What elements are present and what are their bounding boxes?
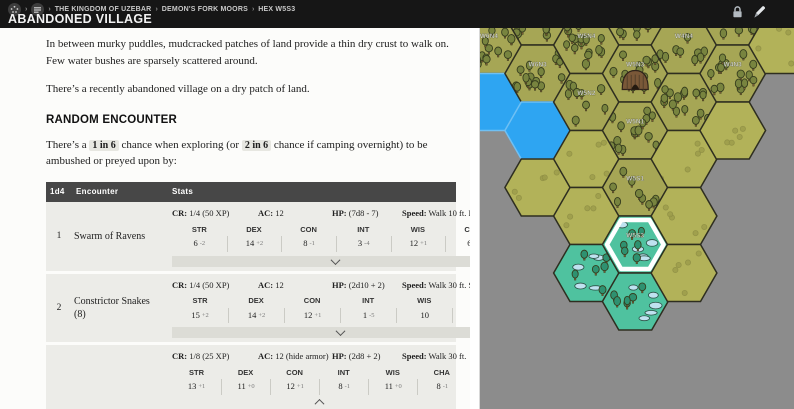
ability-header: STR [192,296,208,306]
breadcrumb-hex[interactable]: HEX W5S3 [258,6,295,13]
ability-score: 14 +2 [226,235,282,252]
ability-score: 14 +2 [228,307,284,324]
ability-header: INT [357,224,370,234]
lock-icon[interactable] [731,5,744,24]
stat-block: CR: 1/4 (50 XP) AC: 12 HP: (7d8 - 7) Speed:… [168,202,470,271]
stat-field: HP: (7d8 - 7) [332,207,379,218]
ability-header: CHA [452,293,470,307]
ability-header: INT [362,296,375,306]
column-encounter: Encounter [76,186,119,196]
encounter-intro: There’s a 1 in 6 chance when exploring (… [46,138,428,168]
collapse-chevron-button[interactable] [172,397,466,409]
ability-header: WIS [385,368,400,377]
ability-score: 3-4 [452,307,470,324]
stat-field: CR: 1/8 (25 XP) [172,351,230,362]
document-panel: In between murky puddles, mudcracked pat… [0,28,470,409]
ability-header: DEX [248,296,264,306]
ability-header: CON [286,368,303,377]
stat-field: Speed: Walk 10 ft. Fly 50 ft. [402,207,470,218]
description-paragraph: There’s a recently abandoned village on … [46,83,310,95]
hex-label: W5N4 [577,33,596,40]
hex-label: W4N3 [724,62,743,69]
hex-label: W6N4 [480,33,499,40]
hex-label: W5S3 [626,233,644,240]
description-paragraph: In between murky puddles, mudcracked pat… [46,38,449,67]
ability-header: CHA [433,368,450,377]
ability-score: 1 -5 [340,307,396,324]
hex-label: W5S1 [626,176,644,183]
hex-map-panel: W6N4 W6N3 W5N4 W5N2 W5N3 W5N1 W5S1 W5S3 W4N4 W4N3 [455,0,794,409]
column-stats: Stats [172,186,194,196]
ability-score: 13 +1 [187,381,206,392]
encounter-roll: 1 [56,231,62,241]
ability-score: 12 +1 [284,307,340,324]
ability-header: INT [337,368,350,377]
ability-header: CON [303,296,321,306]
encounter-roll: 2 [56,302,62,313]
encounter-name: Constrictor Snakes (8) [74,295,150,320]
ability-score: 8 -1 [281,235,336,252]
pen-icon[interactable] [753,5,766,24]
ability-header: CHA [464,224,470,234]
encounter-table: 1d4 Encounter Stats 1 Swarm of Ravens CR: … [46,181,470,409]
encounter-row: 1 Swarm of Ravens CR: 1/4 (50 XP) AC: 12 HP:… [46,201,470,274]
ability-header: STR [189,368,205,377]
stat-field: HP: (2d8 + 2) [332,351,381,362]
encounter-name: Swarm of Ravens [74,230,146,242]
ability-header: STR [191,224,207,234]
stat-field: AC: 12 (hide armor) [258,351,329,362]
dice-chip: 2 in 6 [241,139,272,151]
column-roll: 1d4 [50,186,65,196]
ability-header: DEX [246,224,262,234]
encounter-table-header: 1d4 Encounter Stats [46,181,456,202]
ability-score: 15 +2 [191,309,209,320]
ability-header: DEX [237,368,254,377]
stat-field: CR: 1/4 (50 XP) [172,279,230,290]
stat-field: Speed: Walk 30 ft. [402,351,467,362]
stat-block: CR: 1/4 (50 XP) AC: 12 HP: (2d10 + 2) Speed… [168,274,470,343]
ability-score: 8 -1 [417,379,466,395]
stat-field: Speed: Walk 30 ft. Swim 30 ft. [402,279,470,290]
expand-chevron-button[interactable] [172,326,470,339]
ability-score: 12 +1 [270,379,319,395]
ability-score: 11 +0 [221,379,270,395]
ability-score: 12 +1 [390,235,446,252]
stat-field: HP: (2d10 + 2) [332,279,385,290]
ability-score: 3-4 [335,235,391,252]
ability-header: WIS [417,296,432,306]
ability-score: 6-2 [193,237,206,248]
expand-chevron-button[interactable] [172,254,470,267]
dice-chip: 1 in 6 [89,139,119,151]
ability-header: CON [300,224,317,234]
ability-score: 6-2 [445,235,470,252]
top-bar: › › THE KINGDOM OF UZEBAR › DEMON'S FORK… [0,0,794,28]
app-window: › › THE KINGDOM OF UZEBAR › DEMON'S FORK… [0,0,794,409]
page-title: ABANDONED VILLAGE [8,12,152,26]
hex-label: W4N4 [675,33,694,40]
ability-score: 10 [396,307,452,324]
hex-map[interactable]: W6N4 W6N3 W5N4 W5N2 W5N3 W5N1 W5S1 W5S3 W4N4 W4N3 [455,0,794,409]
encounter-row: 3Tribal Warriors (13)CR: 1/8 (25 XP)AC: … [46,345,466,409]
stat-field: AC: 12 [258,207,284,218]
breadcrumb-region[interactable]: DEMON'S FORK MOORS [162,6,248,13]
ability-header: WIS [410,224,425,234]
ability-score: 11 +0 [368,379,417,395]
stat-field: AC: 12 [258,279,284,290]
stat-block: CR: 1/8 (25 XP) AC: 12 (hide armor) HP: (2… [168,345,470,409]
section-heading: RANDOM ENCOUNTER [46,113,177,126]
hex-label: W5N2 [577,90,596,97]
encounter-row: 2 Constrictor Snakes (8) CR: 1/4 (50 XP) AC… [46,273,470,346]
stat-field: CR: 1/4 (50 XP) [172,207,230,218]
panel-divider[interactable] [470,28,480,409]
hex-label: W6N3 [529,62,548,69]
ability-score: 8 -1 [319,379,368,395]
hex-label: W5N3 [626,62,645,69]
hex-label: W5N1 [626,119,645,126]
